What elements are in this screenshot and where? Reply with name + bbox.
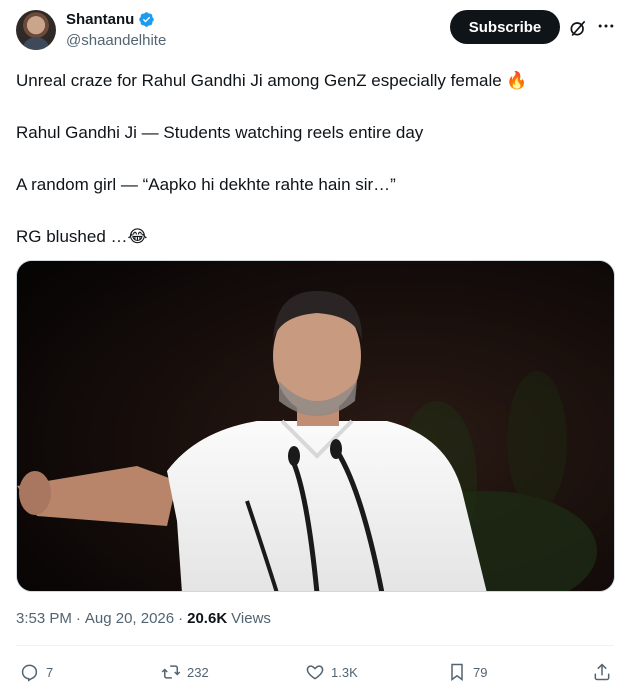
- post-meta: 3:53 PM · Aug 20, 2026 · 20.6K Views: [16, 610, 271, 627]
- reply-button[interactable]: 7: [20, 662, 53, 682]
- post-line: Rahul Gandhi Ji — Students watching reel…: [16, 123, 424, 142]
- post-line: Unreal craze for Rahul Gandhi Ji among G…: [16, 71, 528, 90]
- share-button[interactable]: [592, 662, 612, 687]
- more-icon[interactable]: [596, 16, 616, 36]
- avatar[interactable]: [16, 10, 56, 50]
- grok-icon[interactable]: [568, 18, 588, 38]
- like-icon: [306, 665, 324, 680]
- share-icon: [594, 663, 610, 681]
- bookmark-count: 79: [473, 664, 488, 680]
- author-name-row: Shantanu: [66, 11, 155, 28]
- post-header: Shantanu @shaandelhite Subscribe: [16, 10, 616, 54]
- post-text: Unreal craze for Rahul Gandhi Ji among G…: [16, 69, 614, 249]
- meta-separator: ·: [178, 610, 184, 627]
- post-time[interactable]: 3:53 PM: [16, 610, 72, 627]
- verified-badge-icon: [139, 12, 155, 27]
- speaker-photo: [17, 261, 614, 591]
- views-label: Views: [231, 610, 271, 627]
- repost-count: 232: [187, 664, 209, 680]
- bookmark-icon: [451, 663, 463, 681]
- repost-button[interactable]: 232: [161, 662, 209, 682]
- views-count: 20.6K: [187, 610, 228, 627]
- subscribe-button[interactable]: Subscribe: [450, 10, 560, 44]
- post-media-image[interactable]: [16, 260, 615, 592]
- like-count: 1.3K: [331, 664, 358, 680]
- repost-icon: [161, 665, 181, 679]
- post-line: A random girl — “Aapko hi dekhte rahte h…: [16, 175, 396, 194]
- author-name[interactable]: Shantanu: [66, 11, 134, 28]
- divider: [16, 645, 614, 646]
- meta-separator: ·: [75, 610, 81, 627]
- action-bar: 7 232 1.3K 79: [16, 660, 614, 690]
- reply-count: 7: [46, 664, 54, 680]
- bookmark-button[interactable]: 79: [447, 662, 487, 682]
- author-handle[interactable]: @shaandelhite: [66, 32, 166, 49]
- post-line: RG blushed …😂: [16, 227, 148, 246]
- like-button[interactable]: 1.3K: [305, 662, 358, 682]
- reply-icon: [21, 664, 38, 682]
- post-date[interactable]: Aug 20, 2026: [85, 610, 174, 627]
